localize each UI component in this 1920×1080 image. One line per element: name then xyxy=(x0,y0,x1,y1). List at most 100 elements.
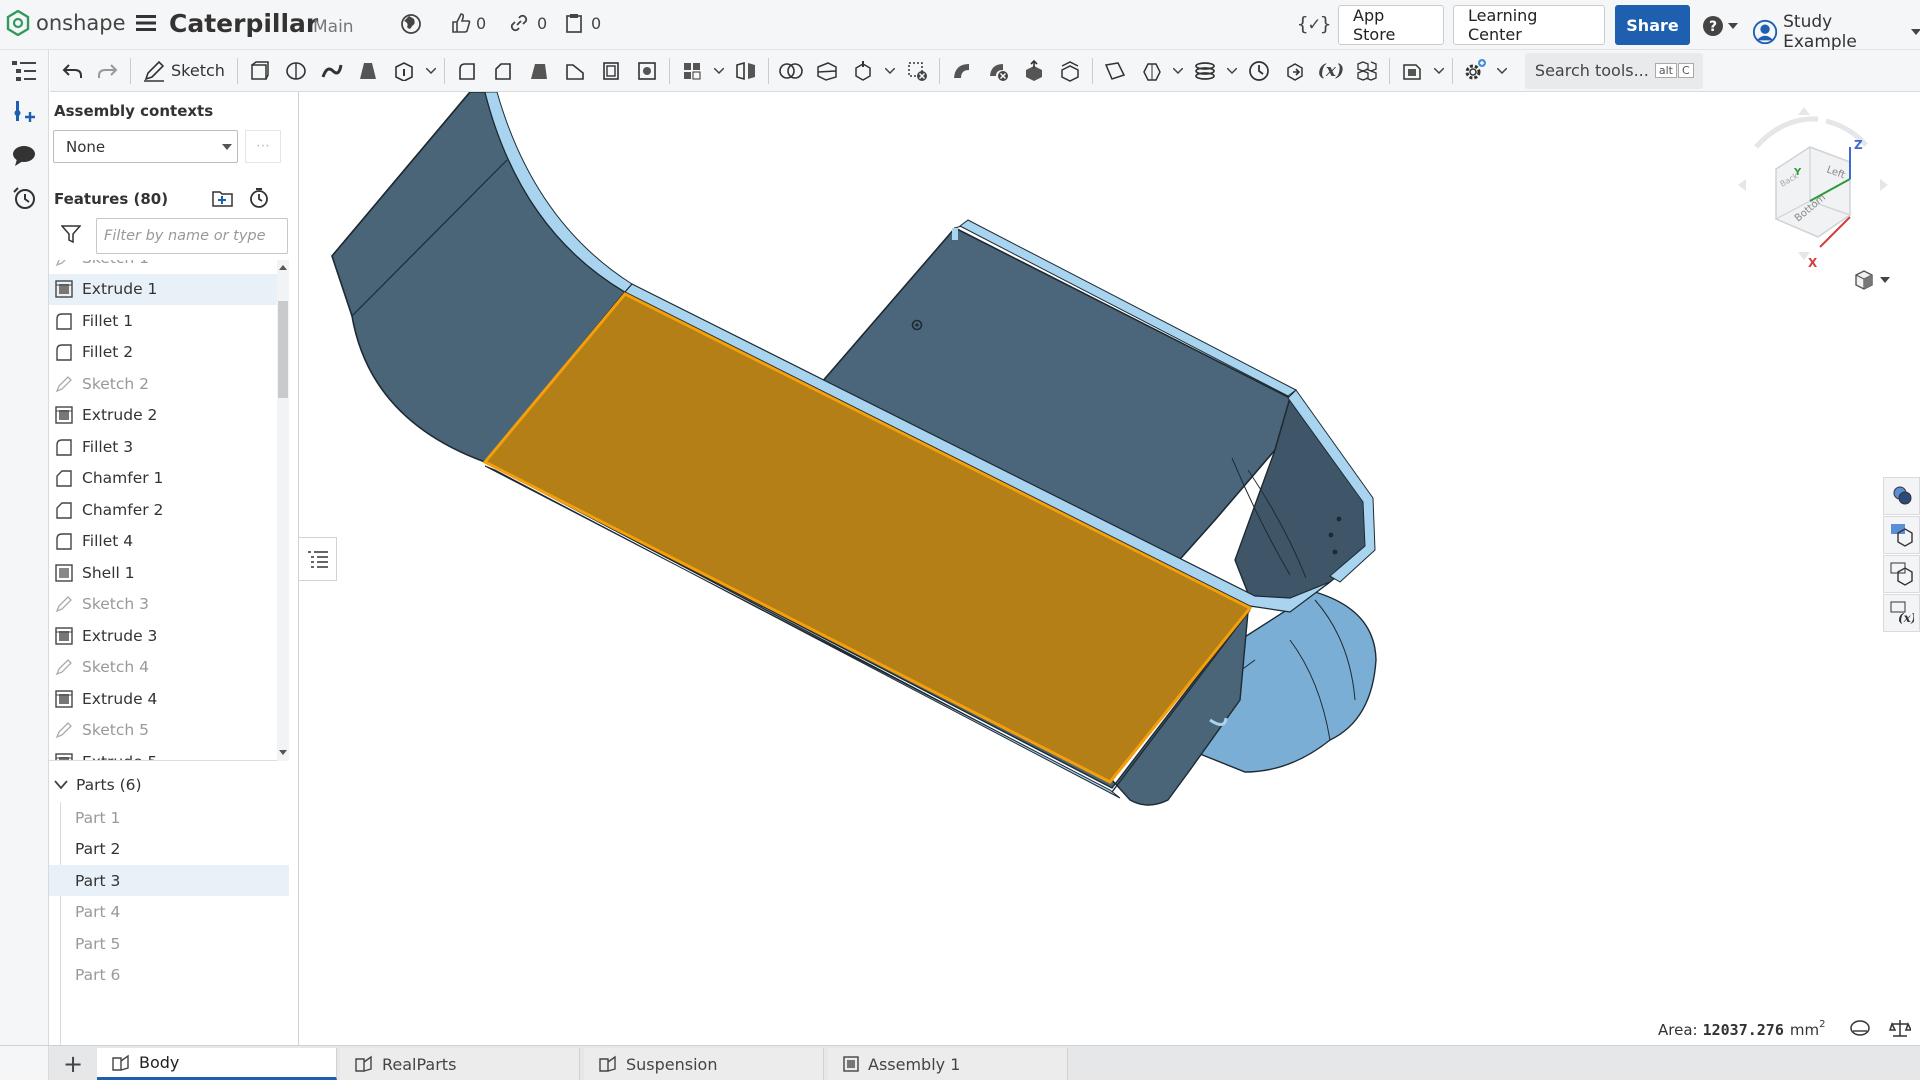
scrollbar-thumb[interactable] xyxy=(278,301,288,398)
feature-item[interactable]: Sketch 2 xyxy=(49,368,289,399)
feature-item[interactable]: Chamfer 1 xyxy=(49,463,289,494)
measure-icon[interactable] xyxy=(1241,53,1277,89)
onshape-logo[interactable]: onshape xyxy=(6,10,126,36)
feature-filter-input[interactable]: Filter by name or type xyxy=(96,218,288,254)
delete-face-icon[interactable] xyxy=(980,53,1016,89)
add-folder-icon[interactable] xyxy=(212,188,234,212)
variables-icon[interactable]: {✓} xyxy=(1297,13,1331,35)
links[interactable]: 0 xyxy=(509,13,547,33)
tab-realparts[interactable]: RealParts xyxy=(340,1048,580,1080)
gear-icon[interactable] xyxy=(1457,53,1493,89)
parts-header[interactable]: Parts (6) xyxy=(54,776,142,794)
app-store-button[interactable]: App Store xyxy=(1338,5,1444,45)
hole-icon[interactable] xyxy=(629,53,665,89)
user-menu[interactable]: Study Example xyxy=(1752,12,1920,52)
redo-icon[interactable] xyxy=(90,53,126,89)
part-item[interactable]: Part 3 xyxy=(49,865,289,896)
feature-item[interactable]: Extrude 1 xyxy=(49,273,289,305)
document-title[interactable]: Caterpillar xyxy=(169,9,318,38)
pattern-icon[interactable] xyxy=(674,53,710,89)
draft-icon[interactable] xyxy=(521,53,557,89)
transform-icon[interactable] xyxy=(845,53,881,89)
part-item[interactable]: Part 1 xyxy=(49,802,289,833)
feature-item[interactable]: Chamfer 2 xyxy=(49,494,289,525)
help-menu[interactable]: ? xyxy=(1702,15,1738,37)
feature-list-scrollbar[interactable] xyxy=(277,260,289,761)
feature-item[interactable]: Sketch 3 xyxy=(49,589,289,620)
helix-icon[interactable] xyxy=(1187,53,1223,89)
chamfer-icon[interactable] xyxy=(485,53,521,89)
move-face-icon[interactable] xyxy=(1016,53,1052,89)
rib-icon[interactable] xyxy=(557,53,593,89)
feature-item[interactable]: Shell 1 xyxy=(49,557,289,588)
filter-icon[interactable] xyxy=(60,225,82,247)
view-options-menu[interactable] xyxy=(1853,269,1890,291)
rollback-timer-icon[interactable] xyxy=(248,187,270,213)
feature-item[interactable]: Sketch 4 xyxy=(49,652,289,683)
sketch-button[interactable]: Sketch xyxy=(135,53,233,89)
feature-item[interactable]: Extrude 4 xyxy=(49,683,289,714)
tab-suspension[interactable]: Suspension xyxy=(584,1048,824,1080)
mass-properties-icon[interactable] xyxy=(1889,1018,1913,1042)
mate-connector-icon[interactable] xyxy=(1133,53,1169,89)
modify-fillet-icon[interactable] xyxy=(944,53,980,89)
shell-icon[interactable] xyxy=(593,53,629,89)
part-item[interactable]: Part 2 xyxy=(49,834,289,865)
feature-item[interactable]: Extrude 2 xyxy=(49,400,289,431)
chevron-down-icon[interactable] xyxy=(1169,53,1187,89)
assembly-context-select[interactable]: None xyxy=(53,130,238,163)
chevron-down-icon[interactable] xyxy=(710,53,728,89)
part-model[interactable] xyxy=(300,92,1883,1045)
composite-part-icon[interactable] xyxy=(1349,53,1385,89)
view-cube[interactable]: Left Bottom Back Z X Y xyxy=(1738,107,1888,287)
delete-part-icon[interactable] xyxy=(899,53,935,89)
tab-assembly-1[interactable]: Assembly 1 xyxy=(828,1048,1068,1080)
appearance-panel-button[interactable] xyxy=(1883,477,1920,515)
undo-icon[interactable] xyxy=(54,53,90,89)
feature-item[interactable]: Fillet 4 xyxy=(49,526,289,557)
feature-item[interactable]: Sketch 5 xyxy=(49,715,289,746)
branch-name[interactable]: Main xyxy=(313,17,354,37)
configurations-panel-button[interactable] xyxy=(1883,555,1920,593)
feature-list-icon[interactable] xyxy=(12,60,36,86)
boolean-icon[interactable] xyxy=(773,53,809,89)
mirror-icon[interactable] xyxy=(728,53,764,89)
insert-icon[interactable] xyxy=(13,101,35,129)
measure-tool-icon[interactable] xyxy=(1849,1019,1871,1041)
part-item[interactable]: Part 6 xyxy=(49,960,289,991)
feature-item[interactable]: Extrude 3 xyxy=(49,620,289,651)
bom-panel-button[interactable] xyxy=(1883,516,1920,554)
add-tab-icon[interactable]: + xyxy=(50,1048,96,1080)
copies[interactable]: 0 xyxy=(565,13,601,33)
more-options-icon[interactable]: ⋯ xyxy=(245,130,281,163)
share-button[interactable]: Share xyxy=(1615,5,1690,45)
main-menu-icon[interactable] xyxy=(136,14,156,36)
plane-icon[interactable] xyxy=(1097,53,1133,89)
likes[interactable]: 0 xyxy=(450,12,486,34)
feature-item[interactable]: Fillet 3 xyxy=(49,431,289,462)
globe-icon[interactable] xyxy=(400,13,422,39)
history-icon[interactable] xyxy=(12,186,36,214)
fillet-icon[interactable] xyxy=(449,53,485,89)
sweep-icon[interactable] xyxy=(314,53,350,89)
chevron-down-icon[interactable] xyxy=(1493,53,1511,89)
chevron-down-icon[interactable] xyxy=(881,53,899,89)
split-icon[interactable] xyxy=(809,53,845,89)
feature-item[interactable]: Fillet 2 xyxy=(49,337,289,368)
comments-icon[interactable] xyxy=(12,145,36,171)
feature-item[interactable]: Sketch 1 xyxy=(49,260,289,273)
thicken-icon[interactable] xyxy=(386,53,422,89)
part-item[interactable]: Part 5 xyxy=(49,928,289,959)
learning-center-button[interactable]: Learning Center xyxy=(1453,5,1605,45)
chevron-down-icon[interactable] xyxy=(1223,53,1241,89)
feature-item[interactable]: Fillet 1 xyxy=(49,305,289,336)
extrude-icon[interactable] xyxy=(242,53,278,89)
feature-item[interactable]: Extrude 5 xyxy=(49,746,289,760)
search-tools-input[interactable]: Search tools... alt C xyxy=(1524,52,1703,89)
variable-icon[interactable]: (x) xyxy=(1313,53,1349,89)
part-item[interactable]: Part 4 xyxy=(49,897,289,928)
chevron-down-icon[interactable] xyxy=(1430,53,1448,89)
tab-body[interactable]: Body xyxy=(97,1048,337,1080)
derived-icon[interactable] xyxy=(1277,53,1313,89)
graphics-viewport[interactable]: Left Bottom Back Z X Y Area: 12037.276 m… xyxy=(300,92,1913,1045)
